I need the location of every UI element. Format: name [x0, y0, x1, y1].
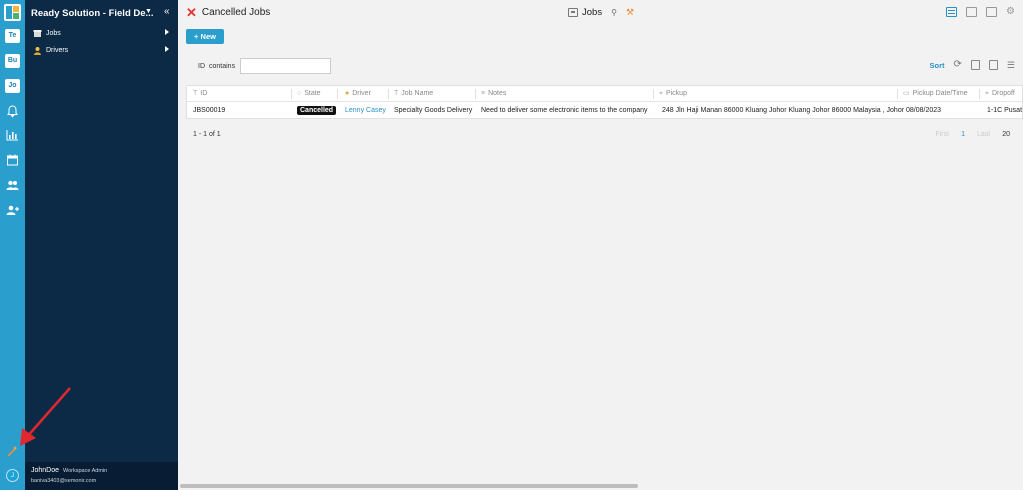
workspace-te[interactable]: Te — [5, 29, 20, 43]
text-type-icon: T — [394, 90, 399, 97]
state-icon: ○ — [297, 90, 302, 97]
col-dropoff[interactable]: ⌖ Dropoff — [985, 86, 1015, 102]
sort-button[interactable]: Sort — [930, 61, 945, 70]
page-title-text: Cancelled Jobs — [201, 7, 271, 18]
table-header: T ID ○ State ● Driver T Job Name ≡ Notes ⌖ Pic… — [187, 86, 1022, 102]
calendar-icon: ▭ — [903, 90, 910, 97]
chevron-right-icon — [165, 46, 169, 52]
refresh-icon[interactable]: ⟳ — [954, 60, 962, 70]
pager-last[interactable]: Last — [977, 131, 990, 138]
col-pickup[interactable]: ⌖ Pickup — [659, 86, 687, 102]
settings-icon[interactable]: ⚙ — [1006, 7, 1015, 17]
plus-icon: + — [194, 32, 199, 41]
col-notes[interactable]: ≡ Notes — [481, 86, 506, 102]
sidebar-item-label: Drivers — [46, 46, 69, 54]
pager: First 1 Last 20 — [935, 131, 1010, 138]
col-id[interactable]: T ID — [193, 86, 207, 102]
pager-first[interactable]: First — [935, 131, 949, 138]
new-button-label: New — [200, 32, 216, 41]
export-icon[interactable] — [970, 60, 980, 70]
bell-icon[interactable] — [5, 104, 20, 118]
sidebar-item-drivers[interactable]: Drivers — [33, 44, 173, 56]
workspace-jo[interactable]: Jo — [5, 79, 20, 93]
pager-current-page[interactable]: 1 — [961, 131, 965, 138]
cell-id: JBS00019 — [193, 107, 226, 114]
filter-field[interactable]: ID — [198, 63, 205, 70]
list-view-icon[interactable] — [946, 7, 958, 17]
cell-dropoff: 1-1C Pusat — [987, 107, 1023, 114]
pager-summary: 1 - 1 of 1 — [193, 131, 221, 138]
user-email: baniva3403@semonir.com — [31, 478, 97, 484]
person-icon — [33, 46, 42, 55]
view-switcher: Jobs ⚲ ⚒ — [568, 7, 634, 18]
share-icon[interactable]: ⚲ — [611, 8, 617, 17]
status-badge: Cancelled — [297, 106, 337, 115]
app-logo[interactable] — [4, 4, 21, 21]
cell-notes: Need to deliver some electronic items to… — [481, 107, 648, 114]
cell-pickup: 248 Jln Haji Manan 86000 Kluang Johor Kl… — [662, 107, 905, 114]
avatar[interactable]: J — [6, 469, 19, 482]
main-content: ✕ Cancelled Jobs Jobs ⚲ ⚒ ⚙ + New ID con… — [178, 0, 1023, 490]
view-title[interactable]: Jobs — [582, 7, 602, 18]
page-title: ✕ Cancelled Jobs — [186, 4, 271, 20]
col-state[interactable]: ○ State — [297, 86, 321, 102]
cell-state: Cancelled — [297, 103, 337, 118]
cancel-x-icon: ✕ — [186, 4, 197, 20]
notes-icon: ≡ — [481, 90, 486, 97]
calendar-icon[interactable] — [5, 153, 20, 167]
bar-chart-icon[interactable] — [5, 128, 20, 142]
filter-op[interactable]: contains — [209, 63, 235, 70]
layout-toggle: ⚙ — [946, 7, 1015, 17]
location-icon: ⌖ — [985, 90, 989, 97]
col-pickup-datetime[interactable]: ▭ Pickup Date/Time — [903, 86, 968, 102]
board-view-icon[interactable] — [966, 7, 978, 17]
workspace-bu[interactable]: Bu — [5, 54, 20, 68]
page-size[interactable]: 20 — [1002, 131, 1010, 138]
table-icon — [568, 8, 578, 17]
new-button[interactable]: + New — [186, 29, 224, 44]
filter-row: ID contains — [198, 58, 332, 74]
users-icon[interactable] — [5, 178, 20, 192]
person-icon: ● — [345, 90, 350, 97]
sidebar-item-label: Jobs — [46, 29, 61, 37]
table-toolbar: Sort ⟳ ☰ — [930, 60, 1015, 70]
location-icon: ⌖ — [659, 90, 663, 97]
text-type-icon: T — [193, 90, 198, 97]
import-icon[interactable] — [988, 60, 998, 70]
filter-input[interactable] — [240, 58, 332, 74]
chevron-right-icon — [165, 29, 169, 35]
cell-pickup-datetime: 08/08/2023 — [906, 107, 942, 114]
box-icon — [33, 29, 42, 38]
workspace-title[interactable]: Ready Solution - Field De... — [31, 8, 153, 19]
magic-wand-icon[interactable]: ⚒ — [626, 7, 634, 18]
col-job-name[interactable]: T Job Name — [394, 86, 433, 102]
horizontal-scrollbar[interactable] — [180, 484, 638, 488]
col-driver[interactable]: ● Driver — [345, 86, 371, 102]
columns-icon[interactable]: ☰ — [1007, 60, 1015, 70]
chevron-down-icon[interactable]: ▼ — [145, 8, 152, 15]
annotation-arrow-icon — [20, 387, 71, 446]
user-plus-icon[interactable] — [5, 203, 20, 217]
cell-job-name: Specialty Goods Delivery — [394, 107, 473, 114]
calendar-view-icon[interactable] — [986, 7, 998, 17]
sidebar-item-jobs[interactable]: Jobs — [33, 27, 173, 39]
jobs-table: T ID ○ State ● Driver T Job Name ≡ Notes ⌖ Pic… — [186, 85, 1023, 119]
table-row[interactable]: JBS00019 Cancelled Lenny Casey Specialty… — [187, 103, 1023, 118]
cell-driver-link[interactable]: Lenny Casey — [345, 103, 386, 118]
collapse-sidebar-icon[interactable]: « — [164, 6, 170, 17]
